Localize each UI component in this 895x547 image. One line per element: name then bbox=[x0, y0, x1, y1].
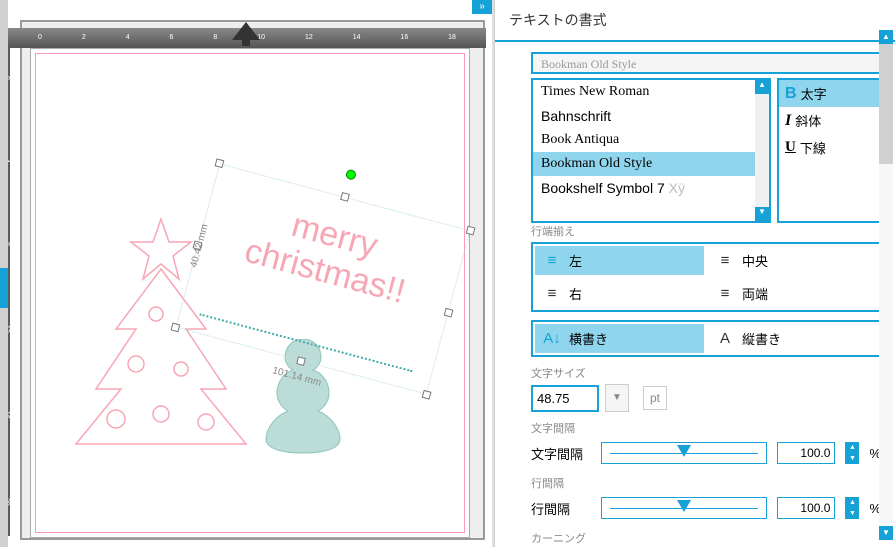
page[interactable]: merrychristmas!! 101.14 mm 40.42 mm bbox=[30, 48, 470, 538]
line-spacing-input[interactable] bbox=[777, 497, 835, 519]
panel-collapse-icon[interactable]: » bbox=[472, 0, 492, 14]
rotate-handle[interactable] bbox=[345, 169, 357, 181]
line-spacing-slider[interactable] bbox=[601, 497, 767, 519]
font-list-scrollbar[interactable]: ▲▼ bbox=[755, 80, 769, 221]
char-spacing-section-label: 文字間隔 bbox=[531, 420, 881, 436]
horizontal-text-button[interactable]: A↓横書き bbox=[535, 324, 704, 353]
font-option[interactable]: Times New Roman bbox=[533, 80, 769, 104]
font-size-unit[interactable]: pt bbox=[643, 386, 667, 410]
char-spacing-slider[interactable] bbox=[601, 442, 767, 464]
font-list[interactable]: Times New Roman Bahnschrift Book Antiqua… bbox=[531, 78, 771, 223]
align-center-button[interactable]: ≡中央 bbox=[708, 246, 877, 275]
font-style-list: B太字 I斜体 U下線 bbox=[777, 78, 881, 223]
font-size-input[interactable] bbox=[531, 385, 599, 412]
kerning-section-label: カーニング bbox=[531, 530, 881, 546]
text-style-panel: テキストの書式 Bookman Old Style Times New Roma… bbox=[494, 0, 895, 547]
font-family-combobox[interactable]: Bookman Old Style bbox=[531, 52, 881, 74]
char-spacing-label: 文字間隔 bbox=[531, 444, 591, 463]
align-right-icon: ≡ bbox=[543, 285, 561, 302]
align-justify-icon: ≡ bbox=[716, 285, 734, 302]
line-spacing-stepper[interactable]: ▲▼ bbox=[845, 497, 859, 519]
vertical-text-button[interactable]: A縦書き bbox=[708, 324, 877, 353]
vertical-icon: A bbox=[716, 330, 734, 347]
font-option-selected[interactable]: Bookman Old Style bbox=[533, 152, 769, 176]
align-left-button[interactable]: ≡左 bbox=[535, 246, 704, 275]
font-size-dropdown[interactable]: ▼ bbox=[605, 384, 629, 412]
panel-title: テキストの書式 bbox=[495, 0, 895, 42]
char-spacing-input[interactable] bbox=[777, 442, 835, 464]
align-center-icon: ≡ bbox=[716, 252, 734, 269]
line-spacing-section-label: 行間隔 bbox=[531, 475, 881, 491]
panel-scrollbar[interactable]: ▲▼ bbox=[879, 30, 893, 540]
font-option[interactable]: Bookshelf Symbol 7 Xÿ bbox=[533, 176, 769, 200]
align-left-icon: ≡ bbox=[543, 252, 561, 269]
bold-button[interactable]: B太字 bbox=[779, 80, 879, 107]
direction-buttons: A↓横書き A縦書き bbox=[531, 320, 881, 357]
canvas-area[interactable]: » 024681012141618 048121620 merrychristm… bbox=[0, 0, 494, 547]
char-spacing-stepper[interactable]: ▲▼ bbox=[845, 442, 859, 464]
size-section-label: 文字サイズ bbox=[531, 365, 881, 381]
canvas-scrollbar-vertical[interactable] bbox=[0, 0, 8, 547]
resize-handle[interactable] bbox=[422, 390, 432, 400]
font-option[interactable]: Book Antiqua bbox=[533, 128, 769, 152]
align-section-label: 行端揃え bbox=[531, 223, 881, 239]
horizontal-icon: A↓ bbox=[543, 330, 561, 347]
italic-button[interactable]: I斜体 bbox=[779, 107, 879, 134]
align-justify-button[interactable]: ≡両端 bbox=[708, 279, 877, 308]
underline-button[interactable]: U下線 bbox=[779, 134, 879, 161]
resize-handle[interactable] bbox=[444, 308, 454, 318]
font-option[interactable]: Bahnschrift bbox=[533, 104, 769, 128]
align-buttons: ≡左 ≡中央 ≡右 ≡両端 bbox=[531, 242, 881, 312]
align-right-button[interactable]: ≡右 bbox=[535, 279, 704, 308]
line-spacing-label: 行間隔 bbox=[531, 499, 591, 518]
